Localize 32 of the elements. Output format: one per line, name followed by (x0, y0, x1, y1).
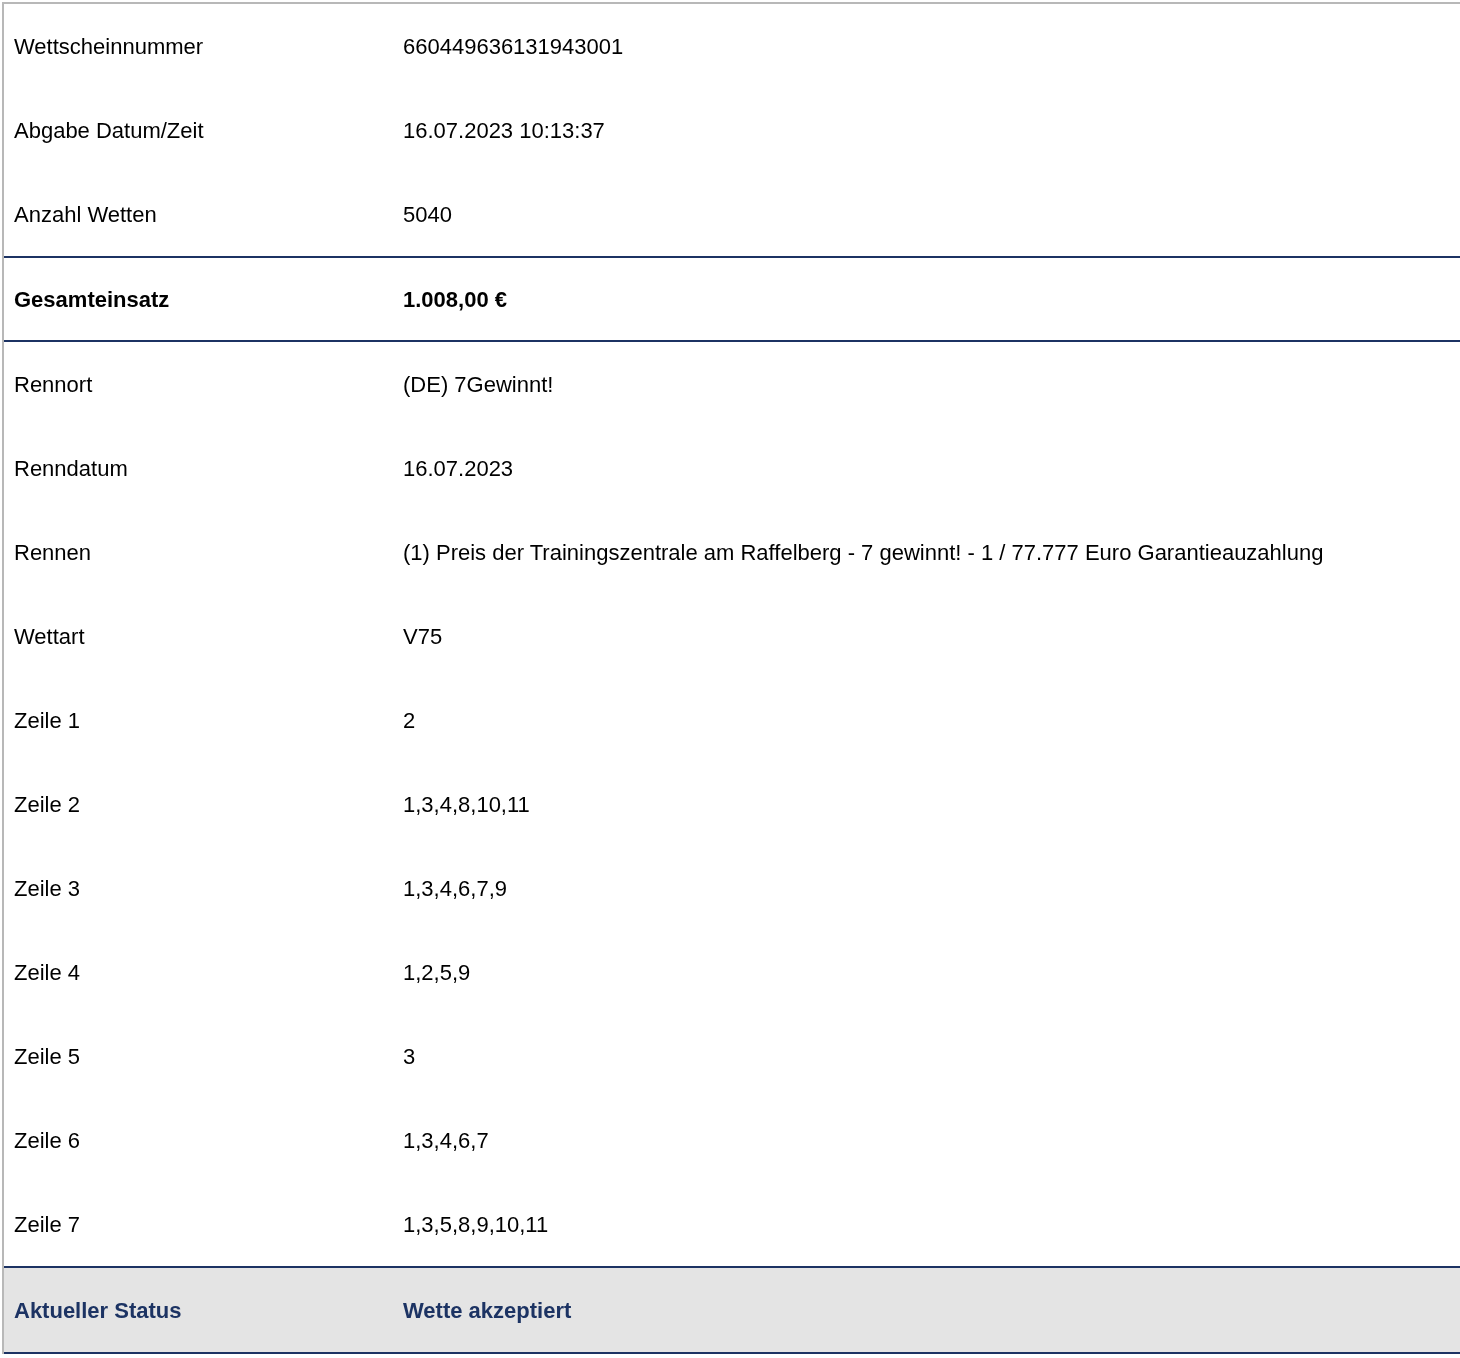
field-value: V75 (403, 623, 443, 649)
field-label: Zeile 2 (14, 791, 81, 817)
field-value: 1,2,5,9 (403, 959, 471, 985)
field-label: Rennen (14, 539, 92, 565)
field-label: Renndatum (14, 455, 128, 481)
field-value: 1.008,00 € (403, 286, 507, 312)
field-label: Zeile 5 (14, 1043, 81, 1069)
field-value: 1,3,4,6,7 (403, 1127, 489, 1153)
field-label: Rennort (14, 371, 93, 397)
field-value: 5040 (403, 201, 452, 227)
field-label: Gesamteinsatz (14, 286, 170, 312)
field-value: (DE) 7Gewinnt! (403, 371, 554, 397)
field-value: 3 (403, 1043, 416, 1069)
field-value: Wette akzeptiert (403, 1297, 572, 1323)
field-value: 1,3,5,8,9,10,11 (403, 1211, 549, 1237)
field-label: Zeile 4 (14, 959, 81, 985)
field-label: Wettart (14, 623, 85, 649)
field-value: 16.07.2023 10:13:37 (403, 117, 605, 143)
field-value: 16.07.2023 (403, 455, 514, 481)
field-value: 660449636131943001 (403, 33, 624, 59)
field-value: (1) Preis der Trainingszentrale am Raffelberg - 7 gewinnt! - 1 / 77.777 Euro Garantieauzahlung (403, 539, 1324, 565)
field-value: 1,3,4,8,10,11 (403, 791, 530, 817)
field-value: 1,3,4,6,7,9 (403, 875, 507, 901)
field-label: Wettscheinnummer (14, 33, 204, 59)
field-label: Zeile 1 (14, 707, 81, 733)
field-label: Abgabe Datum/Zeit (14, 117, 204, 143)
field-label: Zeile 3 (14, 875, 81, 901)
field-value: 2 (403, 707, 416, 733)
field-label: Anzahl Wetten (14, 201, 157, 227)
field-label: Aktueller Status (14, 1297, 182, 1323)
field-label: Zeile 6 (14, 1127, 81, 1153)
field-label: Zeile 7 (14, 1211, 81, 1237)
